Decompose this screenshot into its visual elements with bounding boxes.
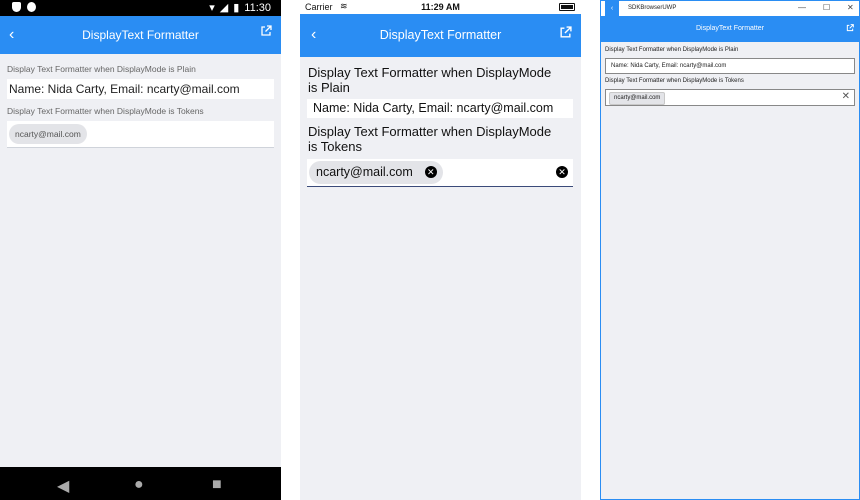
page-title: DisplayText Formatter	[379, 28, 502, 42]
status-bar: ▾ ◢ ▮ 11:30	[0, 0, 281, 16]
token-remove-icon[interactable]: ✕	[424, 166, 437, 178]
uwp-window: ‹ SDKBrowserUWP — ☐ ✕ DisplayText Format…	[600, 0, 860, 500]
external-link-icon[interactable]	[260, 25, 272, 37]
battery-icon: ▮	[233, 2, 240, 14]
token-chip[interactable]: ncarty@mail.com	[9, 124, 87, 144]
status-bar: Carrier ≋ 11:29 AM	[300, 0, 581, 14]
minimize-button[interactable]: —	[798, 3, 806, 12]
close-button[interactable]: ✕	[847, 3, 854, 12]
plain-field[interactable]: Name: Nida Carty, Email: ncarty@mail.com	[307, 99, 573, 118]
window-title-bar: ‹ SDKBrowserUWP — ☐ ✕	[601, 1, 859, 16]
status-time: 11:29 AM	[421, 2, 460, 12]
shield-icon	[12, 2, 21, 12]
android-screen: ▾ ◢ ▮ 11:30 ‹ DisplayText Formatter Disp…	[0, 0, 281, 500]
signal-icon: ◢	[219, 2, 229, 14]
external-link-icon[interactable]	[559, 26, 572, 39]
tokens-field[interactable]: ncarty@mail.com	[7, 121, 274, 148]
maximize-button[interactable]: ☐	[823, 3, 830, 12]
window-title: SDKBrowserUWP	[628, 5, 677, 11]
circle-icon	[27, 2, 36, 12]
navigation-bar: ‹ DisplayText Formatter	[300, 14, 581, 57]
tokens-field[interactable]: ncarty@mail.com ✕ ✕	[307, 159, 573, 187]
clear-icon[interactable]: ✕	[556, 166, 568, 178]
nav-recents-icon[interactable]: ■	[212, 476, 222, 494]
nav-back-icon[interactable]: ◀	[57, 476, 69, 496]
window-back-icon[interactable]: ‹	[605, 1, 619, 16]
navigation-bar: ‹ DisplayText Formatter	[0, 16, 281, 54]
page-title: DisplayText Formatter	[82, 28, 199, 42]
token-chip-label: ncarty@mail.com	[316, 165, 413, 179]
label-tokens: Display Text Formatter when DisplayMode …	[605, 78, 744, 84]
battery-icon	[559, 3, 575, 11]
label-tokens: Display Text Formatter when DisplayMode …	[7, 106, 204, 116]
label-plain: Display Text Formatter when DisplayMode …	[605, 47, 739, 53]
token-chip[interactable]: ncarty@mail.com	[609, 92, 666, 105]
nav-home-icon[interactable]: ●	[134, 476, 144, 494]
label-plain: Display Text Formatter when DisplayMode …	[308, 65, 552, 95]
tokens-field[interactable]: ncarty@mail.com ✕	[605, 89, 855, 106]
page-title: DisplayText Formatter	[695, 25, 765, 32]
plain-field[interactable]: Name: Nida Carty, Email: ncarty@mail.com	[7, 79, 274, 99]
wifi-icon: ▾	[209, 2, 215, 14]
system-nav-bar: ◀ ● ■	[0, 467, 281, 500]
external-link-icon[interactable]	[846, 24, 854, 32]
navigation-bar: DisplayText Formatter	[601, 16, 859, 42]
ios-screen: Carrier ≋ 11:29 AM ‹ DisplayText Formatt…	[300, 0, 581, 500]
clear-icon[interactable]: ✕	[842, 91, 850, 103]
status-time: 11:30	[244, 1, 271, 14]
label-plain: Display Text Formatter when DisplayMode …	[7, 64, 196, 74]
token-chip[interactable]: ncarty@mail.com ✕	[309, 161, 443, 184]
plain-field[interactable]: Name: Nida Carty, Email: ncarty@mail.com	[605, 58, 855, 74]
label-tokens: Display Text Formatter when DisplayMode …	[308, 124, 552, 154]
